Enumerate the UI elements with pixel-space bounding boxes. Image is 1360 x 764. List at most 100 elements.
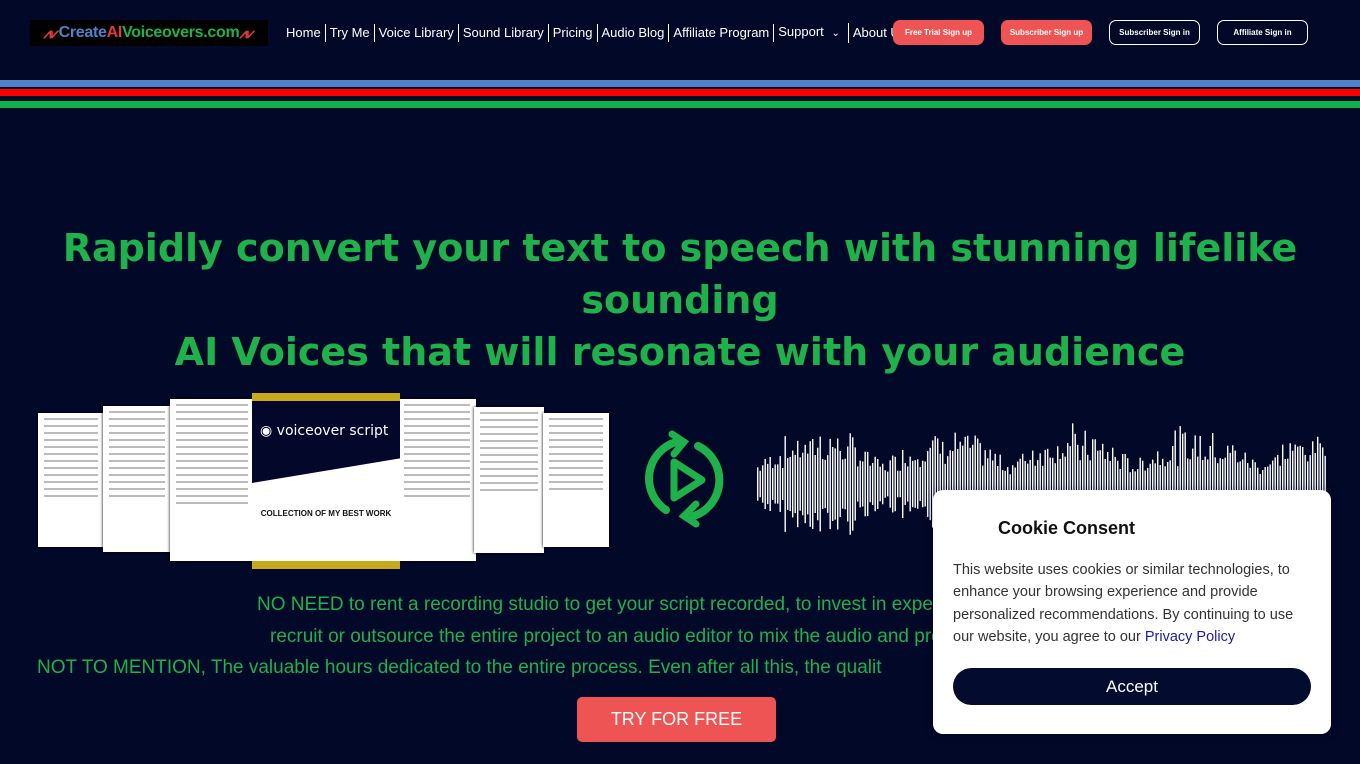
waveform-bar: [872, 463, 874, 505]
stripe-red: [0, 89, 1360, 96]
headline-line-1: Rapidly convert your text to speech with…: [62, 226, 1298, 322]
waveform-bar: [762, 465, 764, 503]
waveform-bar: [864, 451, 866, 517]
not-to-mention-emphasis: NOT TO MENTION,: [37, 657, 206, 678]
script-page: [398, 399, 476, 561]
logo-text-ai: AI: [106, 24, 123, 41]
waveform-bar: [827, 455, 829, 513]
waveform-bar: [902, 450, 904, 518]
site-logo[interactable]: ⩘⩗ Create AI Voiceovers.com ⩘⩗: [30, 20, 268, 46]
waveform-bar: [772, 468, 774, 500]
convert-play-cycle-icon: [645, 430, 724, 528]
stripe-blue: [0, 80, 1360, 87]
cover-subtitle: COLLECTION OF MY BEST WORK: [260, 509, 392, 518]
waveform-bar: [839, 450, 841, 518]
nav-try-me[interactable]: Try Me: [326, 24, 375, 42]
waveform-bar: [884, 470, 886, 498]
waveform-bar: [784, 436, 786, 532]
waveform-bar: [764, 458, 766, 510]
main-nav: Home Try Me Voice Library Sound Library …: [286, 23, 910, 43]
waveform-bar: [769, 456, 771, 512]
waveform-bar: [777, 464, 779, 504]
script-page: [543, 413, 609, 547]
nav-voice-library[interactable]: Voice Library: [375, 24, 459, 42]
logo-text-voiceovers: Voiceovers.com: [122, 24, 240, 41]
waveform-bar: [832, 447, 834, 521]
waveform-bar: [837, 438, 839, 530]
soundwave-icon: ⩘⩗: [239, 24, 255, 41]
waveform-bar: [889, 460, 891, 508]
waveform-bar: [767, 463, 769, 505]
try-for-free-button[interactable]: TRY FOR FREE: [577, 697, 776, 742]
subscriber-signin-button[interactable]: Subscriber Sign in: [1109, 20, 1200, 45]
waveform-bar: [877, 458, 879, 510]
waveform-bar: [817, 447, 819, 521]
waveform-bar: [909, 456, 911, 512]
waveform-bar: [759, 470, 761, 498]
privacy-policy-link[interactable]: Privacy Policy: [1145, 629, 1235, 645]
microphone-icon: ◉: [260, 423, 273, 439]
waveform-bar: [797, 440, 799, 528]
waveform-bar: [924, 461, 926, 507]
script-page: [474, 407, 544, 553]
script-pages-image: ◉ voiceover script COLLECTION OF MY BEST…: [38, 393, 610, 569]
free-trial-signup-button[interactable]: Free Trial Sign up: [893, 20, 984, 45]
nav-affiliate-program[interactable]: Affiliate Program: [669, 24, 775, 42]
waveform-bar: [804, 444, 806, 524]
waveform-bar: [789, 456, 791, 512]
cookie-title: Cookie Consent: [998, 518, 1136, 538]
cookie-consent-dialog: Cookie Consent This website uses cookies…: [933, 490, 1331, 734]
waveform-bar: [894, 456, 896, 512]
waveform-bar: [834, 448, 836, 520]
accept-button[interactable]: Accept: [953, 668, 1311, 705]
waveform-bar: [854, 447, 856, 521]
waveform-bar: [927, 451, 929, 517]
nav-support[interactable]: Support ⌄: [774, 23, 849, 43]
waveform-bar: [842, 459, 844, 509]
waveform-bar: [922, 460, 924, 508]
waveform-bar: [929, 447, 931, 521]
waveform-bar: [812, 438, 814, 530]
script-page: [38, 413, 104, 547]
stripe-green: [0, 101, 1360, 108]
affiliate-signin-button[interactable]: Affiliate Sign in: [1217, 20, 1308, 45]
waveform-bar: [857, 466, 859, 502]
cookie-body: This website uses cookies or similar tec…: [953, 562, 1294, 645]
chevron-down-icon: ⌄: [831, 28, 840, 39]
waveform-bar: [852, 437, 854, 531]
hero-headline: Rapidly convert your text to speech with…: [0, 222, 1360, 378]
waveform-bar: [799, 457, 801, 511]
nav-support-label: Support: [778, 24, 824, 39]
waveform-bar: [794, 454, 796, 514]
waveform-bar: [882, 463, 884, 505]
cookie-text: This website uses cookies or similar tec…: [953, 559, 1318, 648]
soundwave-icon: ⩘⩗: [43, 24, 59, 41]
waveform-bar: [819, 436, 821, 532]
nav-audio-blog[interactable]: Audio Blog: [598, 24, 670, 42]
waveform-bar: [869, 465, 871, 503]
waveform-bar: [887, 471, 889, 497]
waveform-bar: [879, 466, 881, 502]
nav-home[interactable]: Home: [286, 24, 326, 42]
waveform-bar: [919, 467, 921, 501]
waveform-bar: [859, 460, 861, 508]
cover-title: voiceover script: [276, 423, 389, 439]
waveform-bar: [912, 460, 914, 508]
waveform-bar: [907, 466, 909, 502]
waveform-bar: [824, 459, 826, 509]
waveform-bar: [914, 460, 916, 508]
waveform-bar: [862, 461, 864, 507]
nav-pricing[interactable]: Pricing: [549, 24, 598, 42]
script-cover: ◉ voiceover script COLLECTION OF MY BEST…: [252, 393, 400, 569]
waveform-bar: [847, 446, 849, 522]
waveform-bar: [904, 463, 906, 505]
waveform-bar: [782, 467, 784, 501]
waveform-bar: [802, 452, 804, 516]
waveform-bar: [829, 438, 831, 530]
waveform-bar: [807, 453, 809, 515]
waveform-bar: [892, 455, 894, 513]
waveform-bar: [897, 470, 899, 498]
subscriber-signup-button[interactable]: Subscriber Sign up: [1001, 20, 1092, 45]
nav-sound-library[interactable]: Sound Library: [459, 24, 549, 42]
headline-line-2: AI Voices that will resonate with your a…: [174, 330, 1186, 374]
